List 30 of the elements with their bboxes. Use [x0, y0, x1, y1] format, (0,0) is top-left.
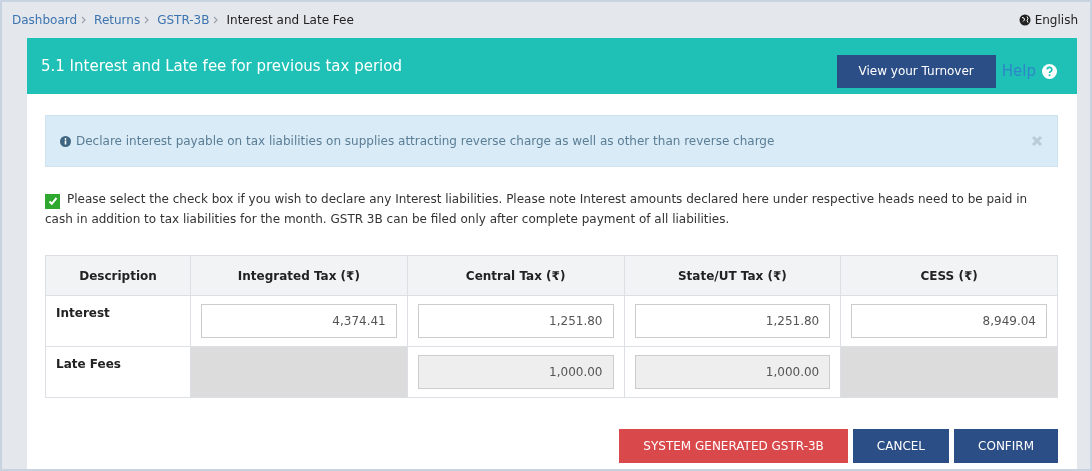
- column-header: Central Tax (₹): [407, 255, 624, 296]
- declare-checkbox[interactable]: [45, 193, 60, 209]
- help-icon[interactable]: [1042, 63, 1057, 79]
- amount-field[interactable]: 8,949.04: [851, 304, 1047, 338]
- amount-field[interactable]: 1,251.80: [634, 304, 831, 338]
- info-icon: [60, 135, 71, 147]
- amount-field[interactable]: 4,374.41: [201, 304, 397, 338]
- chevron-icon: [144, 16, 150, 24]
- close-icon[interactable]: [1031, 135, 1043, 147]
- declare-interest-text: Please select the check box if you wish to declare any Interest liabilities. Please note Interest amounts declared here under respective heads need to be paid in cash in addition to tax liabilities for the month. GSTR 3B can be filed only after complete payment of all liabilities.: [45, 191, 1029, 228]
- row-label: Interest: [56, 305, 111, 320]
- view-turnover-button[interactable]: View your Turnover: [836, 54, 996, 88]
- column-header: CESS (₹): [840, 255, 1058, 296]
- column-header: Integrated Tax (₹): [190, 255, 408, 296]
- column-header: Description: [45, 255, 191, 296]
- chevron-icon: [213, 16, 219, 24]
- row-label: Late Fees: [56, 356, 122, 371]
- column-header: State/UT Tax (₹): [624, 255, 841, 296]
- chevron-icon: [81, 16, 87, 24]
- action-button[interactable]: CONFIRM: [954, 429, 1058, 463]
- language-selector[interactable]: English: [1018, 13, 1078, 27]
- panel-title: 5.1 Interest and Late fee for previous tax period: [41, 57, 402, 75]
- info-message: Declare interest payable on tax liabilities on supplies attracting reverse charge as well as other than reverse charge: [76, 134, 775, 148]
- amount-field[interactable]: 1,251.80: [417, 304, 614, 338]
- generate-button[interactable]: SYSTEM GENERATED GSTR-3B: [619, 429, 848, 463]
- breadcrumb-link[interactable]: Returns: [94, 13, 141, 27]
- globe-icon: [1018, 14, 1031, 26]
- breadcrumb-link[interactable]: Dashboard: [12, 13, 78, 27]
- action-button[interactable]: CANCEL: [852, 429, 950, 463]
- breadcrumb-link[interactable]: GSTR-3B: [157, 13, 210, 27]
